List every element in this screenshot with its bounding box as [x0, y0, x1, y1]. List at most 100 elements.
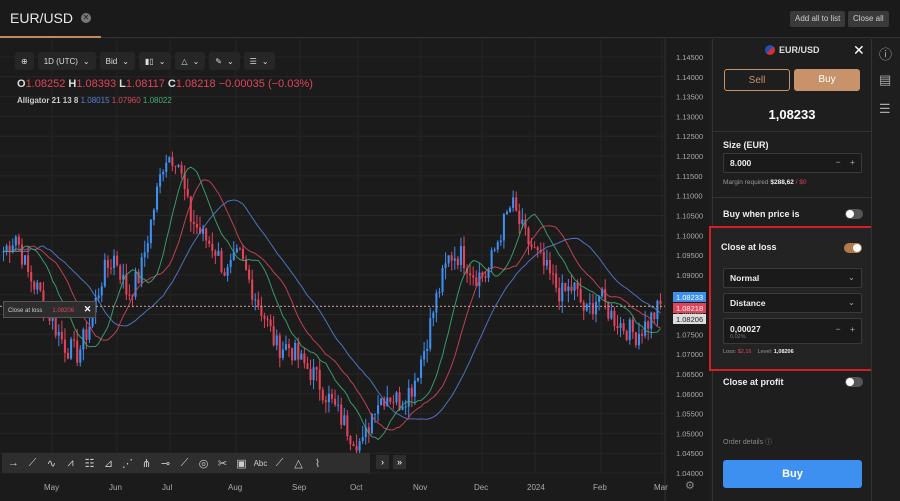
high-value: 1.08393 — [76, 78, 117, 90]
loss-label: Loss: — [723, 349, 737, 355]
distance-input[interactable]: 0,00027 − + 0,02% — [723, 318, 862, 344]
candle-body — [315, 367, 318, 370]
close-value: 1.08218 — [175, 78, 216, 90]
order-details-link[interactable]: Order details ⓘ — [723, 437, 772, 447]
type-select[interactable]: Distance ⌄ — [723, 293, 862, 313]
close-tab-icon[interactable]: ✕ — [81, 13, 92, 23]
info-icon[interactable]: ⓘ — [879, 44, 892, 63]
indicators-select[interactable]: △ ⌄ — [175, 52, 206, 70]
close-loss-toggle[interactable] — [844, 243, 862, 253]
close-all-button[interactable]: Close all — [848, 11, 889, 27]
candles-icon: ▮▯ — [144, 56, 154, 66]
line-tool-icon[interactable]: ⟋ — [25, 457, 40, 470]
candle-body — [269, 319, 272, 327]
divider — [713, 131, 871, 132]
distance-stepper[interactable]: − + — [836, 324, 855, 334]
mode-select[interactable]: Normal ⌄ — [723, 268, 862, 288]
sell-tab[interactable]: Sell — [724, 69, 790, 91]
path-tool-icon[interactable]: ∿ — [44, 457, 59, 470]
arrow-tool-icon[interactable]: → — [6, 457, 21, 469]
chevron-down-icon: ⌄ — [82, 56, 90, 66]
y-tick-label: 1.07500 — [676, 330, 703, 339]
chart-canvas[interactable]: 1.14500 1.14000 1.13500 1.13000 1.12500 1.120… — [0, 39, 710, 501]
remove-line-icon[interactable]: ✕ — [84, 304, 92, 314]
alligator-label: Alligator 21 13 8 — [17, 96, 79, 105]
tab-eurusd[interactable]: EUR/USD ✕ — [0, 0, 102, 38]
text-tool-icon[interactable]: Abc — [253, 459, 268, 468]
candle-body — [291, 348, 294, 361]
candle-body — [410, 387, 413, 397]
candle-body — [278, 335, 281, 358]
bid-price-label: 1.08218 — [673, 303, 707, 313]
triangle-nodes-icon: △ — [181, 56, 188, 66]
close-panel-icon[interactable]: ✕ — [853, 42, 865, 59]
timeframe-select[interactable]: 1D (UTC) ⌄ — [37, 52, 96, 70]
circle-tool-icon[interactable]: ◎ — [196, 457, 211, 470]
scroll-right-button[interactable]: › — [376, 455, 389, 469]
candle-body — [214, 250, 217, 256]
chart-type-select[interactable]: ▮▯ ⌄ — [138, 52, 172, 70]
trend-icon[interactable]: ⟋ — [272, 457, 287, 470]
triangle-tool-icon[interactable]: △ — [291, 457, 306, 470]
chevron-down-icon: ⌄ — [226, 56, 234, 66]
candle-body — [610, 310, 613, 319]
fib-fan-icon[interactable]: ⊿ — [101, 457, 116, 470]
buy-tab[interactable]: Buy — [794, 69, 860, 91]
horizontal-ray-icon[interactable]: ⊸ — [158, 457, 173, 470]
add-all-to-list-button[interactable]: Add all to list — [790, 11, 846, 27]
size-input[interactable]: 8.000 − + — [723, 153, 862, 173]
size-stepper[interactable]: − + — [836, 157, 855, 167]
candle-body — [287, 344, 291, 349]
layers-select[interactable]: ☰ ⌄ — [243, 52, 275, 70]
candle-body — [324, 400, 327, 403]
candle-body — [561, 282, 564, 302]
buy-when-toggle[interactable] — [845, 209, 863, 219]
y-tick-label: 1.04000 — [676, 469, 703, 478]
scroll-end-button[interactable]: » — [393, 455, 406, 469]
candle-body — [235, 248, 238, 253]
list-icon[interactable]: ☰ — [879, 101, 891, 117]
candle-body — [567, 286, 570, 291]
candle-body — [300, 353, 303, 360]
type-value: Distance — [730, 298, 766, 308]
chart-toolbar: ⊕ 1D (UTC) ⌄ Bid ⌄ ▮▯ ⌄ △ ⌄ ✎ ⌄ ☰ ⌄ — [15, 52, 275, 70]
candle-body — [659, 300, 662, 305]
close-at-loss-line-tag[interactable]: Close at loss 1.08206 ✕ — [3, 301, 97, 318]
gann-tool-icon[interactable]: ⋰ — [120, 457, 135, 470]
buy-button[interactable]: Buy — [723, 460, 862, 488]
y-tick-label: 1.10000 — [676, 231, 703, 240]
add-indicator-button[interactable]: ⊕ — [15, 52, 34, 70]
candle-body — [57, 331, 60, 336]
segment-icon[interactable]: ⟋ — [177, 457, 192, 470]
scissors-icon[interactable]: ✂ — [215, 457, 230, 470]
change-value: −0.00035 (−0.03%) — [218, 78, 313, 90]
buy-when-label: Buy when price is — [723, 209, 800, 219]
pitchfork-icon[interactable]: ⋔ — [139, 457, 154, 470]
x-tick-label: Nov — [413, 483, 427, 492]
drawing-select[interactable]: ✎ ⌄ — [209, 52, 240, 70]
candle-body — [248, 269, 251, 280]
candle-body — [318, 369, 321, 390]
price-type-select[interactable]: Bid ⌄ — [99, 52, 135, 70]
settings-gear-icon[interactable]: ⚙ — [685, 479, 695, 492]
fib-tool-icon[interactable]: ☷ — [82, 457, 97, 470]
price-chart[interactable]: 1.14500 1.14000 1.13500 1.13000 1.12500 1.120… — [0, 39, 710, 501]
brush-icon[interactable]: ⌇ — [310, 457, 325, 470]
candle-body — [533, 247, 536, 249]
tag-label: Close at loss — [8, 308, 43, 314]
candle-body — [521, 219, 524, 224]
candle-body — [189, 196, 192, 222]
rectangle-tool-icon[interactable]: ▣ — [234, 457, 249, 470]
candle-body — [125, 274, 128, 295]
candle-body — [515, 197, 518, 211]
calculator-icon[interactable]: ▤ — [879, 72, 891, 88]
candle-body — [88, 326, 91, 340]
candle-body — [149, 219, 152, 244]
candle-body — [60, 331, 63, 340]
wave-tool-icon[interactable]: ⩘ — [63, 457, 78, 470]
x-tick-label: Jul — [162, 483, 172, 492]
candle-body — [637, 333, 641, 346]
close-profit-toggle[interactable] — [845, 377, 863, 387]
y-tick-label: 1.06500 — [676, 370, 703, 379]
candle-body — [594, 301, 598, 315]
